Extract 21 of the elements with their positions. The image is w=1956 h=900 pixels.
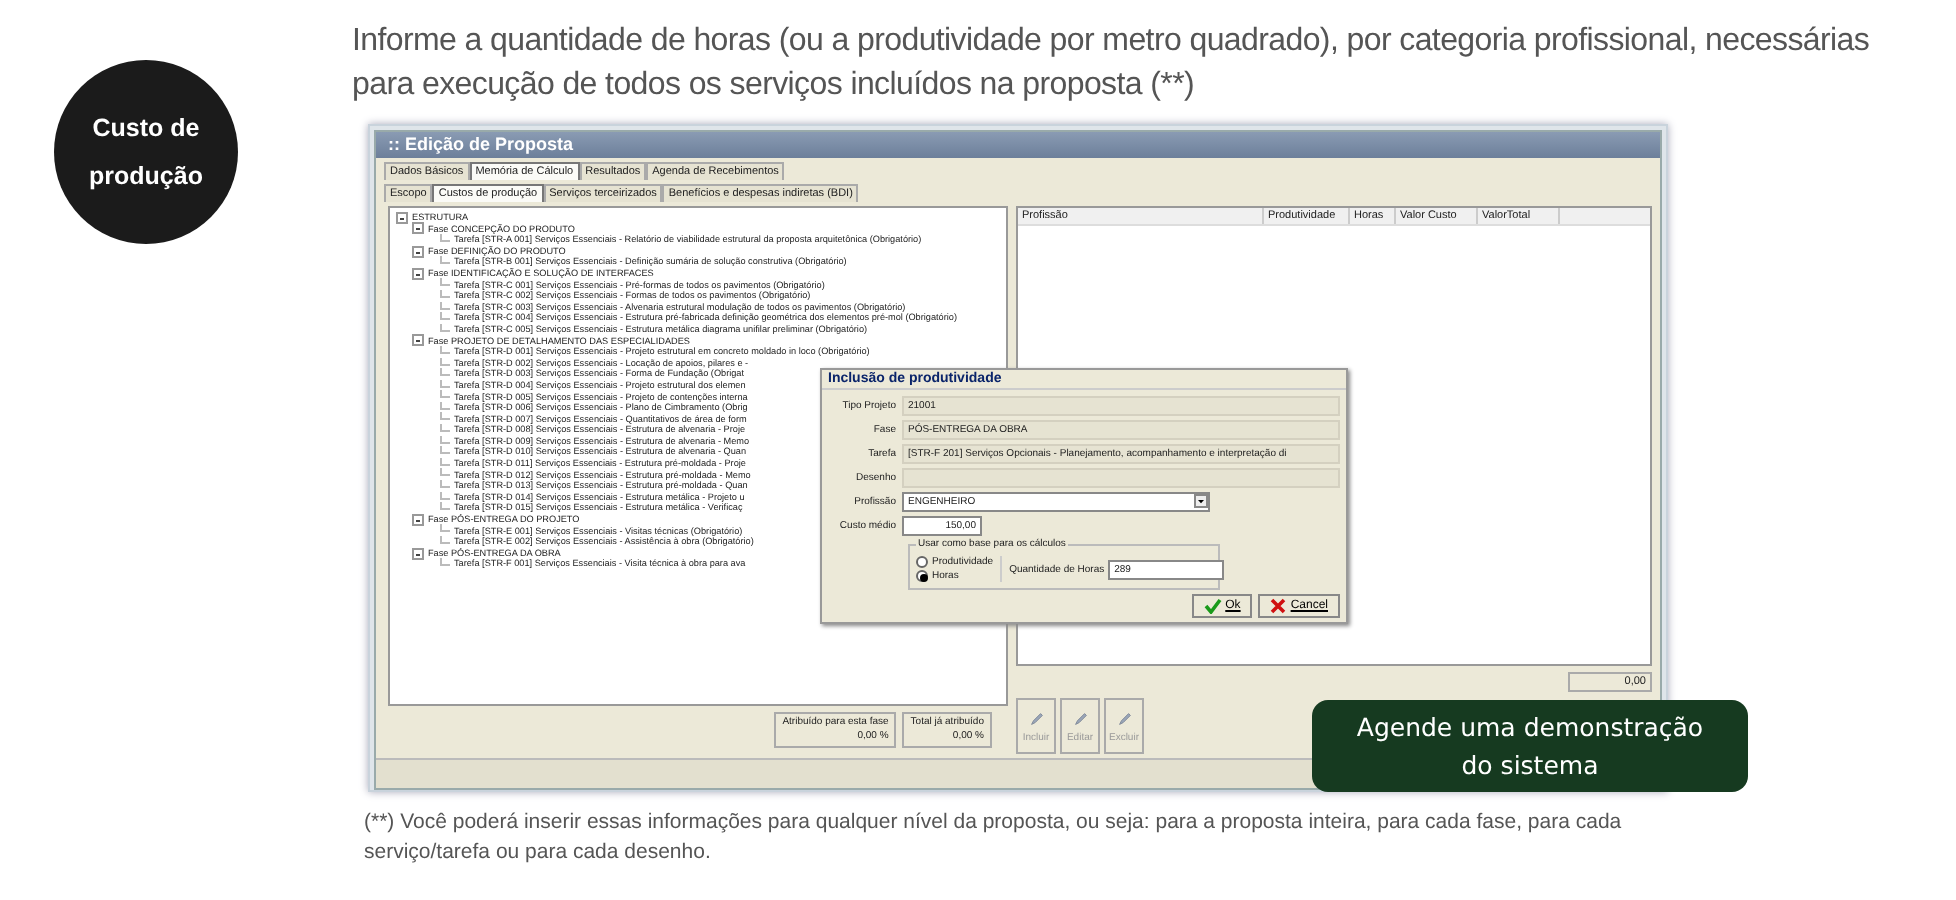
badge: Custo de produção bbox=[54, 60, 238, 244]
footnote: (**) Você poderá inserir essas informações para qualquer nível da proposta, ou seja: para a proposta inteira, para cada fase, para cada serviço/tarefa ou para cada desenho. bbox=[364, 808, 1624, 868]
check-icon bbox=[1203, 598, 1222, 614]
collapse-icon[interactable] bbox=[412, 267, 424, 280]
collapse-icon[interactable] bbox=[412, 513, 424, 526]
demo-button[interactable]: Agende uma demonstração do sistema bbox=[1312, 700, 1748, 792]
radio-button[interactable] bbox=[916, 570, 928, 582]
collapse-icon[interactable] bbox=[412, 547, 424, 560]
radio-button[interactable] bbox=[916, 556, 928, 568]
collapse-icon[interactable] bbox=[412, 334, 424, 347]
collapse-icon[interactable] bbox=[396, 211, 408, 224]
window-title: :: Edição de Proposta bbox=[376, 132, 1660, 158]
collapse-icon[interactable] bbox=[412, 245, 424, 258]
close-icon bbox=[1270, 598, 1287, 614]
pencil-icon bbox=[1071, 709, 1089, 727]
dropdown-arrow-icon[interactable] bbox=[1194, 494, 1208, 508]
pencil-icon bbox=[1115, 709, 1133, 727]
heading: Informe a quantidade de horas (ou a produtividade por metro quadrado), por categoria profissional, necessárias para execução de todos os serviços incluídos na proposta (**) bbox=[352, 22, 1872, 106]
collapse-icon[interactable] bbox=[412, 222, 424, 235]
readonly-field[interactable] bbox=[902, 468, 1340, 488]
pencil-icon bbox=[1027, 709, 1045, 727]
